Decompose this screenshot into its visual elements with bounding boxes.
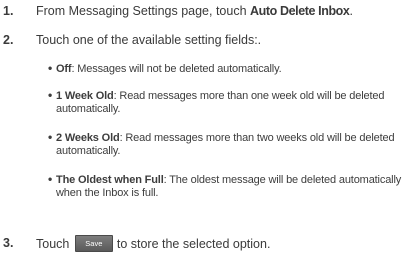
option-text: 1 Week Old: Read messages more than one … <box>56 90 418 116</box>
option-text: The Oldest when Full: The oldest message… <box>56 174 418 200</box>
step-number: 2. <box>3 33 14 47</box>
bullet-icon: • <box>48 172 53 186</box>
bullet-icon: • <box>48 88 53 102</box>
step-text-after: . <box>349 4 353 18</box>
step-number: 3. <box>3 236 14 250</box>
option-name: Off <box>56 63 72 75</box>
setting-name: Auto Delete Inbox <box>250 4 350 18</box>
option-text: 2 Weeks Old: Read messages more than two… <box>56 132 418 158</box>
step-text: From Messaging Settings page, touch Auto… <box>36 4 353 18</box>
option-desc: : Messages will not be deleted automatic… <box>71 63 282 75</box>
bullet-icon: • <box>48 130 53 144</box>
option-name: 2 Weeks Old <box>56 132 120 144</box>
option-text: Off: Messages will not be deleted automa… <box>56 63 418 76</box>
step-text-after: to store the selected option. <box>116 236 271 251</box>
bullet-icon: • <box>48 61 53 75</box>
option-name: The Oldest when Full <box>56 174 164 186</box>
save-button[interactable]: Save <box>74 235 113 252</box>
step-text: Touch Save to store the selected option. <box>36 235 271 253</box>
step-number: 1. <box>3 4 14 18</box>
step-text-before: From Messaging Settings page, touch <box>36 4 251 18</box>
step-text: Touch one of the available setting field… <box>36 33 262 47</box>
option-name: 1 Week Old <box>56 90 114 102</box>
step-text-before: Touch <box>36 236 70 251</box>
